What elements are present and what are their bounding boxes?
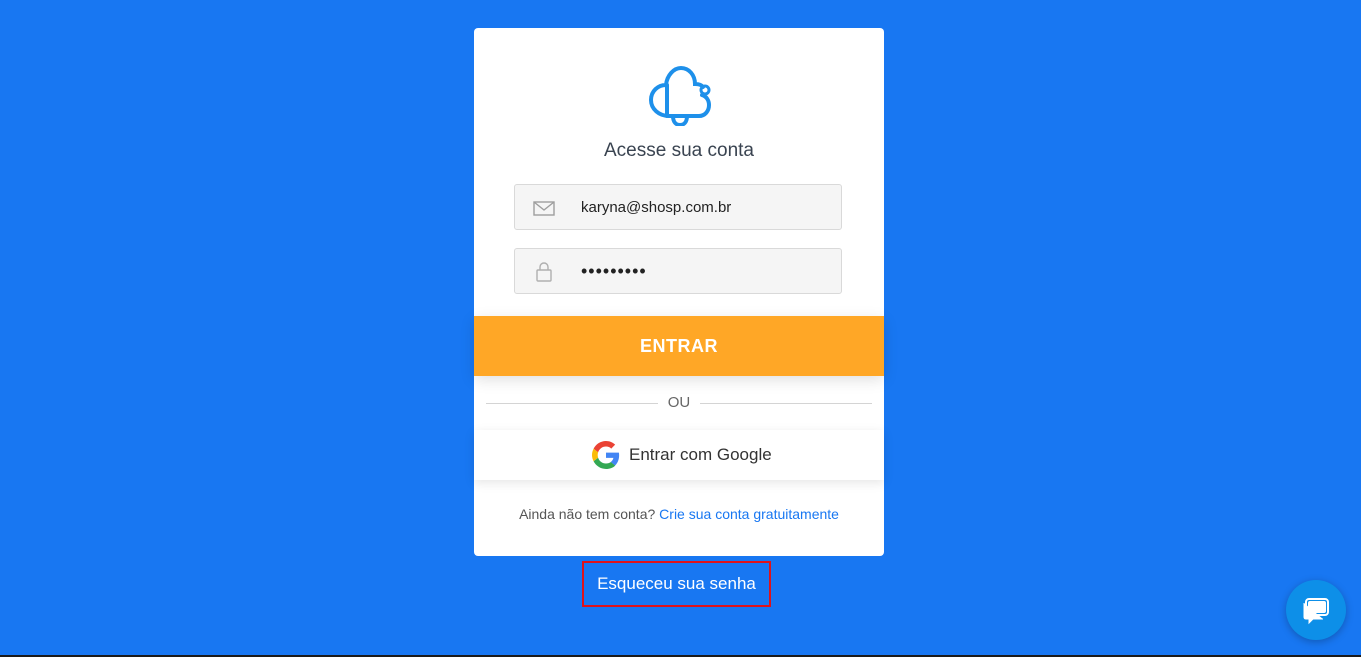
chat-button[interactable] [1286, 580, 1346, 640]
divider-label: OU [667, 394, 691, 411]
or-divider: OU [486, 392, 872, 414]
email-field[interactable] [514, 184, 842, 230]
password-input[interactable] [581, 249, 831, 293]
password-field[interactable] [514, 248, 842, 294]
divider-line-right [700, 403, 872, 404]
login-card: Acesse sua conta ENTRAR OU [474, 28, 884, 556]
cloud-stethoscope-logo [648, 65, 712, 126]
google-icon [592, 441, 620, 469]
login-title: Acesse sua conta [604, 140, 754, 161]
google-signin-button[interactable]: Entrar com Google [474, 430, 884, 480]
email-input[interactable] [581, 185, 831, 229]
login-page: Acesse sua conta ENTRAR OU [0, 0, 1361, 657]
signup-prompt: Ainda não tem conta? Crie sua conta grat… [474, 506, 884, 522]
lock-icon [536, 262, 552, 282]
signup-link[interactable]: Crie sua conta gratuitamente [659, 506, 839, 522]
envelope-icon [533, 201, 555, 216]
enter-button[interactable]: ENTRAR [474, 316, 884, 376]
google-signin-label: Entrar com Google [629, 445, 772, 464]
chat-bubble-icon [1303, 598, 1329, 625]
divider-line-left [486, 403, 658, 404]
signup-prompt-text: Ainda não tem conta? [519, 506, 656, 522]
forgot-password-link[interactable]: Esqueceu sua senha [582, 561, 771, 607]
